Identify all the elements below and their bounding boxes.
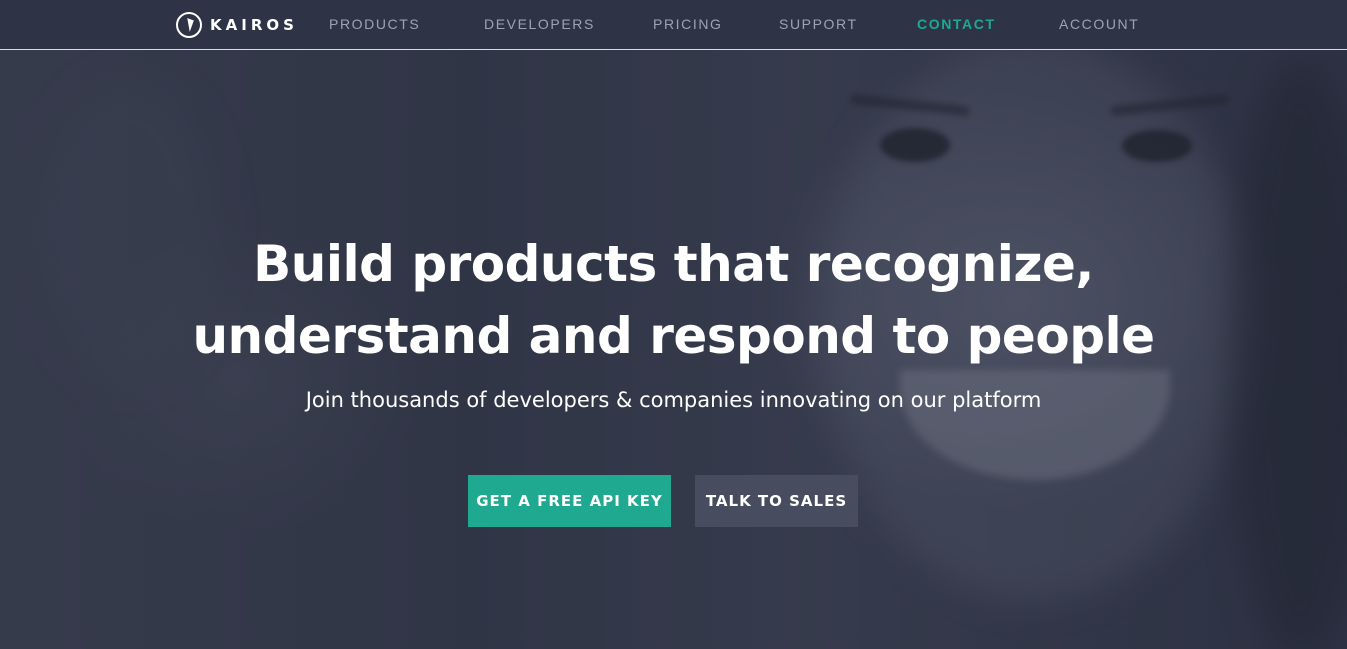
nav-support[interactable]: SUPPORT bbox=[779, 16, 858, 32]
hero-headline: Build products that recognize, understan… bbox=[0, 228, 1347, 372]
brand-logo[interactable]: KAIROS bbox=[176, 11, 298, 39]
nav-contact[interactable]: CONTACT bbox=[917, 16, 996, 32]
talk-to-sales-button[interactable]: TALK TO SALES bbox=[695, 475, 858, 527]
hero-headline-line2: understand and respond to people bbox=[192, 307, 1155, 365]
nav-pricing[interactable]: PRICING bbox=[653, 16, 723, 32]
hero-subheadline: Join thousands of developers & companies… bbox=[305, 388, 1042, 412]
top-navigation: KAIROS PRODUCTS DEVELOPERS PRICING SUPPO… bbox=[0, 0, 1347, 50]
nav-products[interactable]: PRODUCTS bbox=[329, 16, 420, 32]
get-free-api-key-button[interactable]: GET A FREE API KEY bbox=[468, 475, 671, 527]
hero-headline-line1: Build products that recognize, bbox=[253, 235, 1094, 293]
nav-account[interactable]: ACCOUNT bbox=[1059, 16, 1139, 32]
kairos-logo-icon bbox=[176, 12, 202, 38]
nav-developers[interactable]: DEVELOPERS bbox=[484, 16, 595, 32]
brand-name: KAIROS bbox=[210, 16, 298, 34]
